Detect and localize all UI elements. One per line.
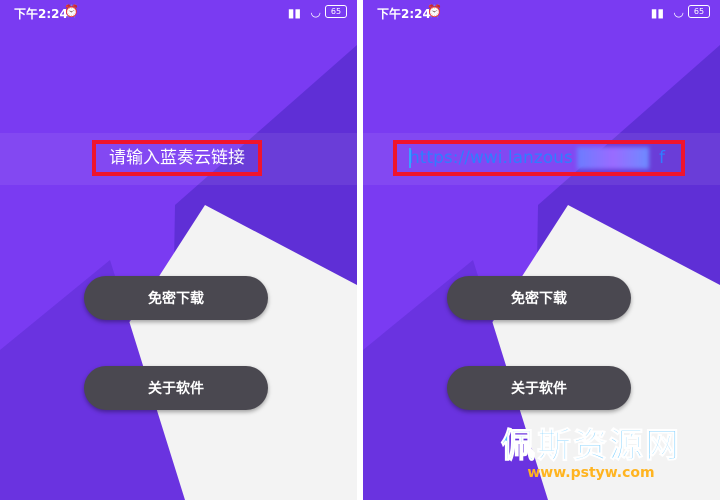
link-input[interactable]: https://wwi.lanzous f <box>393 140 685 176</box>
about-button[interactable]: 关于软件 <box>447 366 631 410</box>
watermark-url: www.pstyw.com <box>527 465 655 481</box>
download-button[interactable]: 免密下载 <box>447 276 631 320</box>
about-button[interactable]: 关于软件 <box>84 366 268 410</box>
wifi-icon: ◡ <box>673 5 684 19</box>
link-input-value-tail: f <box>659 148 665 168</box>
battery-icon: 65 <box>688 5 710 18</box>
signal-icon: ▮▮ <box>650 6 664 20</box>
alarm-icon: ⏰ <box>427 4 442 18</box>
background-graphic <box>0 0 357 500</box>
watermark: 佩斯资源网 www.pstyw.com <box>486 418 696 482</box>
link-input-placeholder: 请输入蓝奏云链接 <box>109 148 245 168</box>
status-bar: 下午2:24 ⏰ ▮▮ ◡ 65 <box>363 0 720 24</box>
blurred-text <box>577 147 649 169</box>
status-time: 下午2:24 <box>14 7 68 21</box>
status-time: 下午2:24 <box>377 7 431 21</box>
signal-icon: ▮▮ <box>287 6 301 20</box>
text-cursor <box>409 148 411 168</box>
phone-screen-left: 下午2:24 ⏰ ▮▮ ◡ 65 请输入蓝奏云链接 免密下载 关于软件 <box>0 0 357 500</box>
download-button[interactable]: 免密下载 <box>84 276 268 320</box>
wifi-icon: ◡ <box>310 5 321 19</box>
watermark-title: 佩斯资源网 <box>501 426 681 467</box>
link-input-value: https://wwi.lanzous <box>409 148 573 168</box>
link-input[interactable]: 请输入蓝奏云链接 <box>92 140 262 176</box>
alarm-icon: ⏰ <box>64 4 79 18</box>
status-bar: 下午2:24 ⏰ ▮▮ ◡ 65 <box>0 0 357 24</box>
battery-icon: 65 <box>325 5 347 18</box>
